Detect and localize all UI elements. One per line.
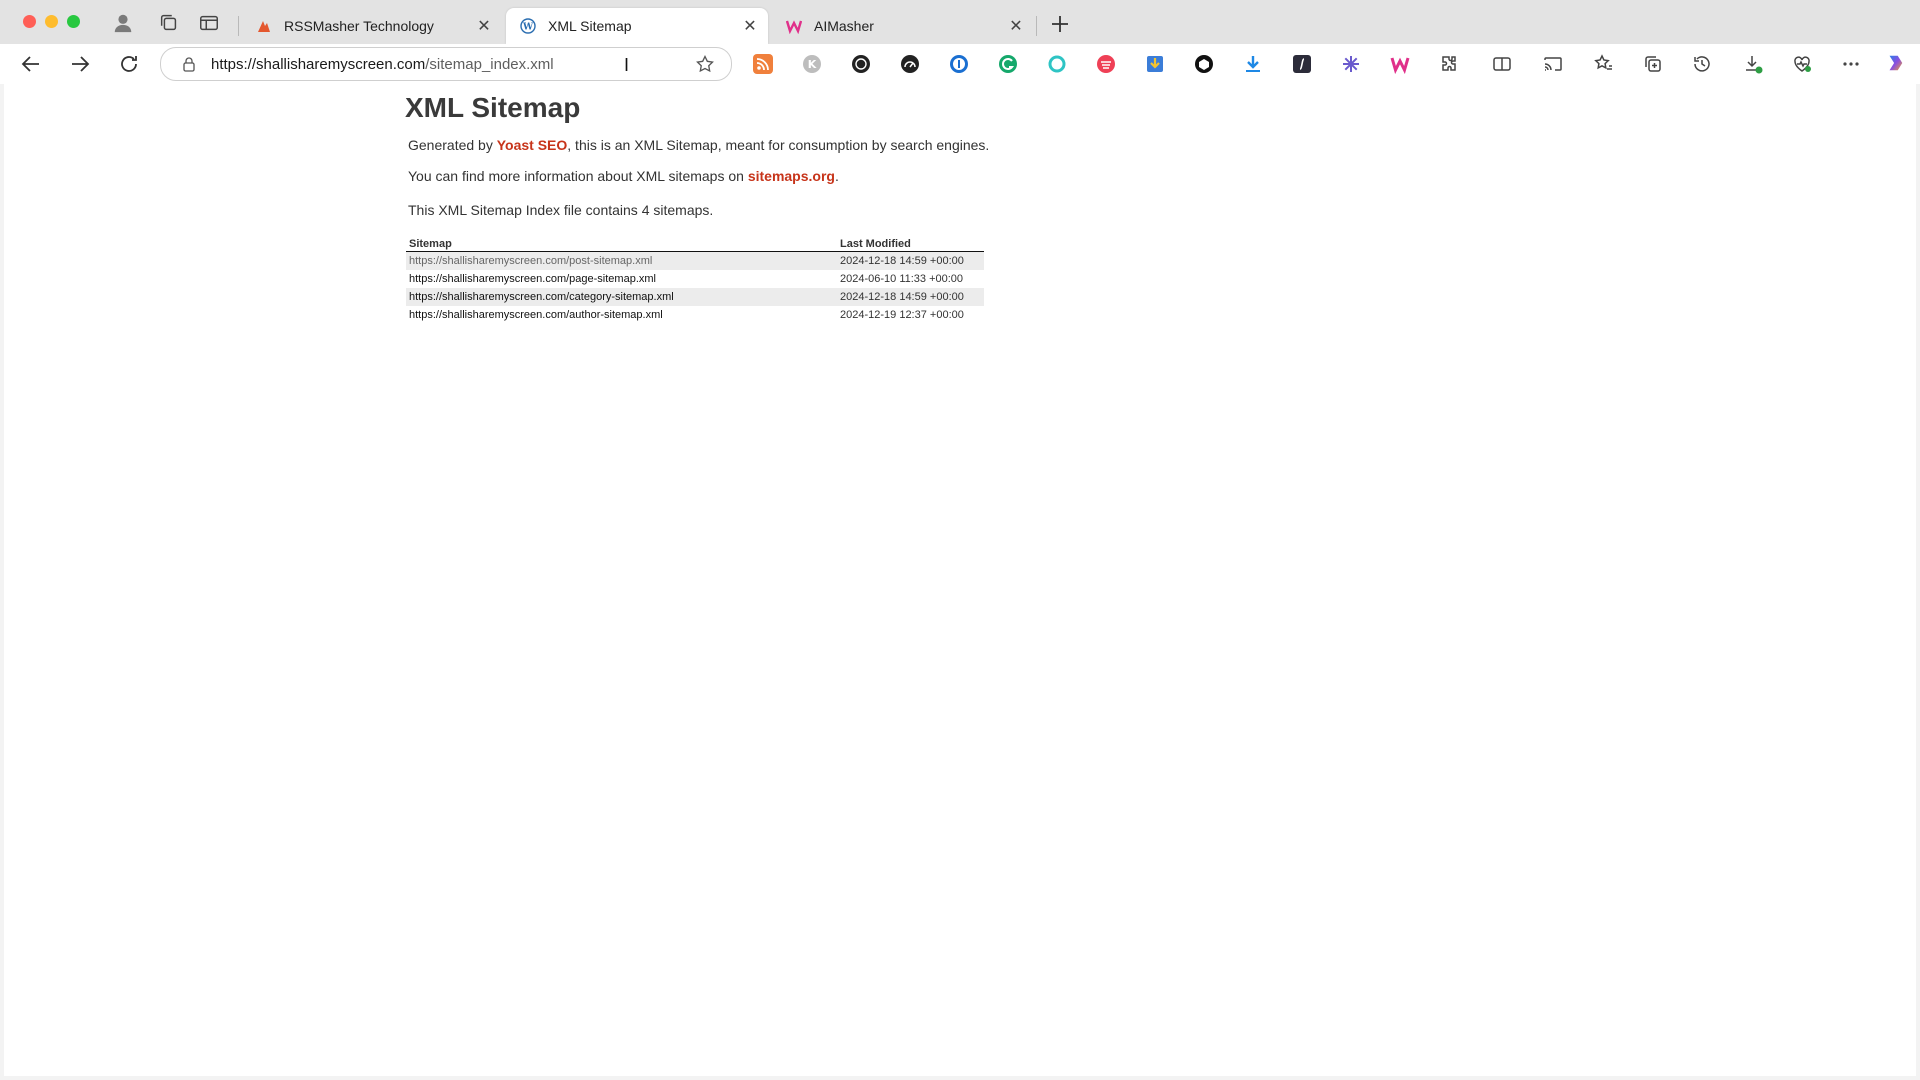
sitemap-link[interactable]: https://shallisharemyscreen.com/category…	[409, 291, 674, 303]
pocket-icon[interactable]	[1096, 54, 1116, 74]
last-modified-cell: 2024-12-19 12:37 +00:00	[840, 308, 964, 321]
globe-icon[interactable]	[851, 54, 871, 74]
tab-title: RSSMasher Technology	[284, 18, 434, 34]
svg-text:K: K	[808, 58, 817, 71]
profile-icon[interactable]	[112, 12, 134, 34]
page-content: XML Sitemap Generated by Yoast SEO, this…	[4, 84, 1916, 1076]
script-icon[interactable]	[1292, 54, 1312, 74]
split-screen-icon[interactable]	[1492, 54, 1512, 74]
tab-bar: RSSMasher Technology ✕ W XML Sitemap ✕ A…	[0, 0, 1920, 48]
grammarly-icon[interactable]	[998, 54, 1018, 74]
sitemap-table: Sitemap Last Modified https://shallishar…	[406, 236, 984, 324]
window-bottom-edge	[0, 1076, 1920, 1080]
k-icon[interactable]: K	[802, 54, 822, 74]
download-box-icon[interactable]	[1145, 54, 1165, 74]
browser-toolbar: https://shallisharemyscreen.com/sitemap_…	[0, 44, 1920, 84]
url-path: /sitemap_index.xml	[425, 55, 554, 73]
rssmasher-icon	[256, 18, 272, 34]
downloads-icon[interactable]	[1743, 54, 1763, 74]
download-arrow-icon[interactable]	[1243, 54, 1263, 74]
tab-separator	[238, 16, 239, 36]
speedometer-icon[interactable]	[900, 54, 920, 74]
more-prefix: You can find more information about XML …	[408, 168, 748, 184]
sitemap-content: XML Sitemap Generated by Yoast SEO, this…	[404, 84, 1104, 321]
reload-icon[interactable]	[117, 52, 141, 76]
tab-separator	[1036, 16, 1037, 36]
yoast-seo-link[interactable]: Yoast SEO	[497, 137, 568, 153]
intro-prefix: Generated by	[408, 137, 497, 153]
page-title: XML Sitemap	[405, 92, 581, 123]
collections-icon[interactable]	[1643, 54, 1663, 74]
workspaces-icon[interactable]	[158, 12, 180, 34]
sitemap-url-cell: https://shallisharemyscreen.com/author-s…	[406, 306, 837, 324]
copilot-icon[interactable]	[1885, 53, 1907, 75]
sitemap-url-cell: https://shallisharemyscreen.com/category…	[406, 288, 837, 306]
circle-icon[interactable]	[1047, 54, 1067, 74]
close-tab-icon[interactable]: ✕	[1006, 16, 1026, 36]
address-bar[interactable]: https://shallisharemyscreen.com/sitemap_…	[160, 47, 732, 81]
cube-icon[interactable]	[1194, 54, 1214, 74]
tab-rssmasher[interactable]: RSSMasher Technology ✕	[242, 8, 502, 44]
svg-text:W: W	[522, 23, 534, 33]
url-text[interactable]: https://shallisharemyscreen.com/sitemap_…	[211, 56, 554, 73]
minimize-window-button[interactable]	[45, 15, 58, 28]
last-modified-cell: 2024-12-18 14:59 +00:00	[837, 251, 984, 270]
aimasher-icon[interactable]	[1390, 54, 1410, 74]
close-tab-icon[interactable]: ✕	[474, 16, 494, 36]
text-cursor-icon: I	[624, 55, 630, 75]
sitemaps-org-link[interactable]: sitemaps.org	[748, 168, 835, 184]
tab-title: AIMasher	[814, 18, 874, 34]
password-icon[interactable]	[949, 54, 969, 74]
column-header-sitemap: Sitemap	[406, 236, 837, 252]
health-icon[interactable]	[1792, 54, 1812, 74]
more-suffix: .	[834, 168, 839, 184]
table-header-row: Sitemap Last Modified	[406, 236, 984, 252]
tab-title: XML Sitemap	[548, 18, 632, 34]
maximize-window-button[interactable]	[67, 15, 80, 28]
cast-icon[interactable]	[1543, 54, 1563, 74]
close-tab-icon[interactable]: ✕	[740, 16, 760, 36]
table-row: https://shallisharemyscreen.com/page-sit…	[406, 270, 984, 288]
forward-arrow-icon[interactable]	[68, 52, 92, 76]
favorites-icon[interactable]	[1594, 54, 1614, 74]
last-modified-cell: 2024-12-18 14:59 +00:00	[837, 288, 984, 306]
more-icon[interactable]	[1841, 54, 1861, 74]
last-modified-cell: 2024-06-10 11:33 +00:00	[840, 272, 964, 285]
history-icon[interactable]	[1692, 54, 1712, 74]
intro-suffix: , this is an XML Sitemap, meant for cons…	[567, 137, 990, 153]
vertical-tabs-icon[interactable]	[198, 12, 220, 34]
sitemap-link[interactable]: https://shallisharemyscreen.com/page-sit…	[409, 273, 656, 285]
column-header-last-modified: Last Modified	[837, 236, 984, 252]
table-row: https://shallisharemyscreen.com/author-s…	[406, 306, 984, 324]
sitemap-link[interactable]: https://shallisharemyscreen.com/post-sit…	[409, 255, 652, 267]
browser-window: RSSMasher Technology ✕ W XML Sitemap ✕ A…	[0, 0, 1920, 1080]
wordpress-icon: W	[520, 18, 536, 34]
sitemap-link[interactable]: https://shallisharemyscreen.com/author-s…	[409, 309, 663, 321]
sitemap-url-cell: https://shallisharemyscreen.com/post-sit…	[406, 251, 837, 270]
puzzle-icon[interactable]	[1439, 54, 1459, 74]
rss-icon[interactable]	[753, 54, 773, 74]
tab-aimasher[interactable]: AIMasher ✕	[772, 8, 1034, 44]
table-row: https://shallisharemyscreen.com/post-sit…	[406, 251, 984, 270]
intro-text: Generated by Yoast SEO, this is an XML S…	[408, 136, 989, 154]
aimasher-icon	[786, 18, 802, 34]
table-row: https://shallisharemyscreen.com/category…	[406, 288, 984, 306]
url-host: https://shallisharemyscreen.com	[211, 55, 426, 73]
tab-xml-sitemap[interactable]: W XML Sitemap ✕	[506, 8, 768, 44]
more-info-text: You can find more information about XML …	[408, 167, 839, 185]
favorite-star-icon[interactable]	[695, 54, 715, 74]
back-arrow-icon[interactable]	[19, 52, 43, 76]
lock-icon[interactable]	[181, 56, 197, 72]
new-tab-icon[interactable]	[1048, 12, 1072, 36]
sitemap-count-text: This XML Sitemap Index file contains 4 s…	[408, 202, 714, 218]
sitemap-url-cell: https://shallisharemyscreen.com/page-sit…	[406, 270, 837, 288]
close-window-button[interactable]	[23, 15, 36, 28]
sparkle-icon[interactable]	[1341, 54, 1361, 74]
